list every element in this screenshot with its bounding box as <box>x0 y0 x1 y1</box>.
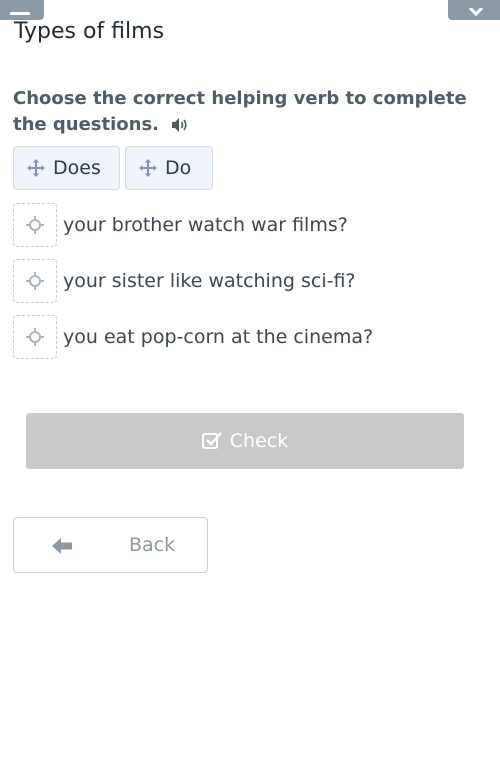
question-text: you eat pop-corn at the cinema? <box>63 326 374 348</box>
option-chip-does[interactable]: Does <box>13 146 120 190</box>
option-label: Do <box>165 157 192 179</box>
crosshair-icon <box>26 272 44 290</box>
menu-button[interactable] <box>0 0 44 20</box>
check-label: Check <box>229 430 289 452</box>
arrow-left-icon <box>52 538 72 554</box>
check-button[interactable]: Check <box>26 413 464 469</box>
question-text: your brother watch war films? <box>63 214 348 236</box>
drop-target[interactable] <box>13 315 57 359</box>
back-button[interactable]: Back <box>13 517 208 573</box>
speaker-icon[interactable] <box>171 117 189 133</box>
menu-icon <box>10 12 30 15</box>
question-row: your sister like watching sci-fi? <box>13 258 473 304</box>
close-icon <box>468 8 484 17</box>
instruction-text: Choose the correct helping verb to compl… <box>13 86 483 138</box>
drop-target[interactable] <box>13 259 57 303</box>
question-row: you eat pop-corn at the cinema? <box>13 314 473 360</box>
close-button[interactable] <box>448 0 500 20</box>
page-title: Types of films <box>14 19 165 44</box>
move-icon <box>27 159 45 177</box>
question-row: your brother watch war films? <box>13 202 473 248</box>
drop-target[interactable] <box>13 203 57 247</box>
option-label: Does <box>53 157 101 179</box>
crosshair-icon <box>26 328 44 346</box>
question-text: your sister like watching sci-fi? <box>63 270 356 292</box>
option-chip-do[interactable]: Do <box>125 146 213 190</box>
instruction-label: Choose the correct helping verb to compl… <box>13 88 467 135</box>
crosshair-icon <box>26 216 44 234</box>
checkbox-icon <box>201 432 222 449</box>
back-label: Back <box>129 534 176 556</box>
move-icon <box>139 159 157 177</box>
